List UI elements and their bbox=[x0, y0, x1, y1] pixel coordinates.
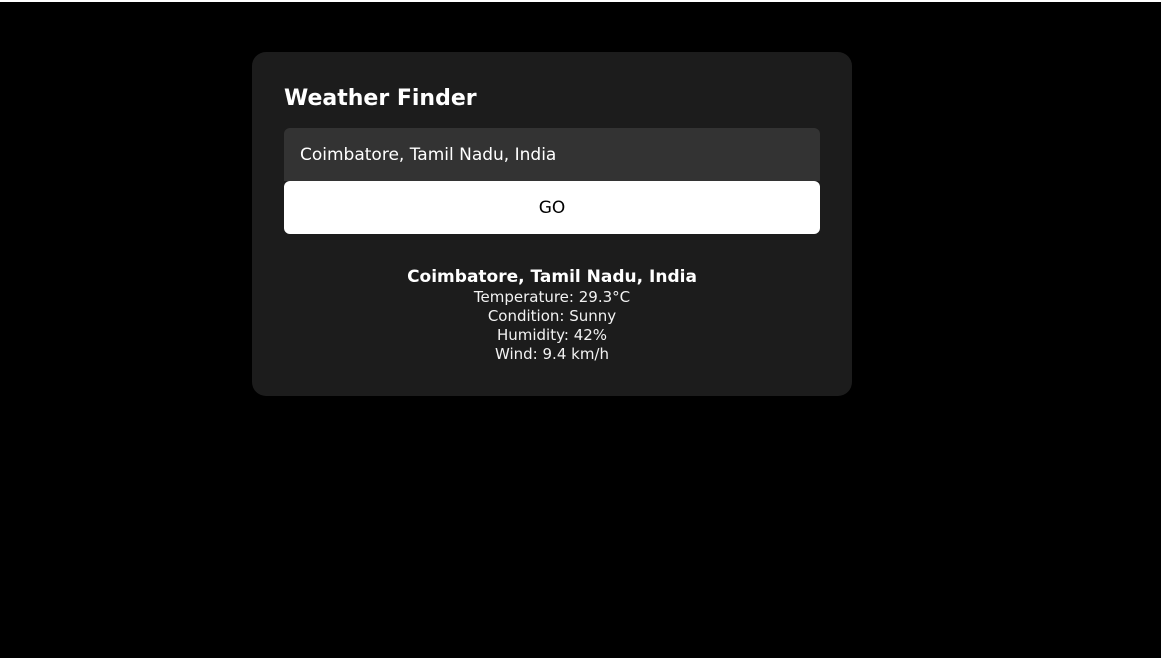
location-input[interactable] bbox=[284, 128, 820, 181]
result-humidity: Humidity: 42% bbox=[496, 326, 608, 344]
result-wind: Wind: 9.4 km/h bbox=[494, 345, 609, 363]
go-button[interactable]: GO bbox=[284, 181, 820, 234]
weather-result: Coimbatore, Tamil Nadu, India Temperatur… bbox=[284, 267, 820, 364]
weather-card: Weather Finder GO Coimbatore, Tamil Nadu… bbox=[252, 52, 852, 396]
result-location: Coimbatore, Tamil Nadu, India bbox=[407, 267, 697, 287]
result-temperature: Temperature: 29.3°C bbox=[473, 288, 631, 306]
app-title: Weather Finder bbox=[284, 86, 477, 111]
result-condition: Condition: Sunny bbox=[487, 307, 617, 325]
top-border bbox=[0, 0, 1161, 2]
